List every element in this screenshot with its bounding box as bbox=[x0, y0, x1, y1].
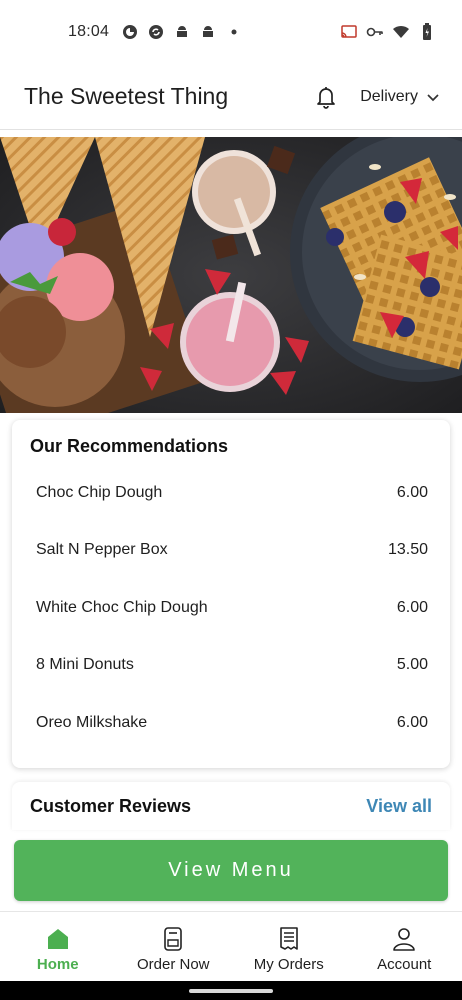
hero-banner-image bbox=[0, 137, 462, 413]
cast-icon bbox=[340, 23, 358, 41]
status-time: 18:04 bbox=[68, 23, 110, 40]
item-price: 13.50 bbox=[387, 541, 428, 559]
android-icon bbox=[199, 23, 217, 41]
system-gesture-bar bbox=[0, 981, 462, 1000]
nav-label-account: Account bbox=[377, 956, 432, 973]
nav-item-home[interactable]: Home bbox=[0, 912, 116, 981]
list-item[interactable]: White Choc Chip Dough 6.00 bbox=[12, 579, 450, 637]
more-notifications-dot-icon bbox=[225, 23, 243, 41]
list-item[interactable]: 8 Mini Donuts 5.00 bbox=[12, 637, 450, 695]
view-all-reviews-link[interactable]: View all bbox=[366, 796, 432, 817]
wifi-icon bbox=[392, 23, 410, 41]
list-item[interactable]: Oreo Milkshake 6.00 bbox=[12, 694, 450, 752]
notifications-bell-icon[interactable] bbox=[312, 83, 340, 111]
nav-item-order-now[interactable]: Order Now bbox=[116, 912, 232, 981]
item-price: 6.00 bbox=[396, 598, 428, 616]
recommendations-card: Our Recommendations Choc Chip Dough 6.00… bbox=[12, 420, 450, 768]
item-price: 6.00 bbox=[396, 483, 428, 501]
customer-reviews-section: Customer Reviews View all bbox=[12, 782, 450, 830]
sync-notification-icon bbox=[147, 23, 165, 41]
vpn-key-icon bbox=[366, 23, 384, 41]
item-price: 6.00 bbox=[396, 713, 428, 731]
receipt-icon bbox=[276, 926, 302, 952]
account-icon bbox=[391, 926, 417, 952]
nav-item-account[interactable]: Account bbox=[347, 912, 462, 981]
list-item[interactable]: Salt N Pepper Box 13.50 bbox=[12, 522, 450, 580]
recommendations-list: Choc Chip Dough 6.00 Salt N Pepper Box 1… bbox=[12, 464, 450, 752]
list-item[interactable]: Choc Chip Dough 6.00 bbox=[12, 464, 450, 522]
system-status-icons bbox=[340, 23, 436, 41]
item-name: White Choc Chip Dough bbox=[36, 598, 208, 616]
nav-label-order-now: Order Now bbox=[136, 956, 210, 973]
app-header: The Sweetest Thing Delivery bbox=[0, 64, 462, 130]
item-name: Oreo Milkshake bbox=[36, 713, 148, 731]
delivery-mode-label: Delivery bbox=[360, 87, 418, 105]
app-notification-icon bbox=[121, 23, 139, 41]
home-gesture-handle[interactable] bbox=[189, 989, 273, 993]
item-name: Salt N Pepper Box bbox=[36, 541, 168, 559]
item-price: 5.00 bbox=[396, 656, 428, 674]
android-icon bbox=[173, 23, 191, 41]
item-name: Choc Chip Dough bbox=[36, 483, 163, 501]
home-icon bbox=[45, 926, 71, 952]
order-icon bbox=[160, 926, 186, 952]
nav-label-home: Home bbox=[36, 956, 79, 973]
nav-item-my-orders[interactable]: My Orders bbox=[231, 912, 347, 981]
nav-label-my-orders: My Orders bbox=[253, 956, 324, 973]
delivery-mode-dropdown[interactable]: Delivery bbox=[360, 88, 440, 106]
status-bar: 18:04 bbox=[0, 0, 462, 64]
view-menu-button[interactable]: View Menu bbox=[14, 840, 448, 901]
battery-icon bbox=[418, 23, 436, 41]
app-title: The Sweetest Thing bbox=[24, 83, 229, 109]
header-actions: Delivery bbox=[312, 83, 440, 111]
chevron-down-icon bbox=[426, 90, 440, 104]
bottom-navigation: Home Order Now My Orders Account bbox=[0, 911, 462, 981]
notification-icons bbox=[121, 23, 243, 41]
item-name: 8 Mini Donuts bbox=[36, 656, 134, 674]
customer-reviews-title: Customer Reviews bbox=[30, 795, 192, 816]
recommendations-title: Our Recommendations bbox=[30, 436, 229, 456]
